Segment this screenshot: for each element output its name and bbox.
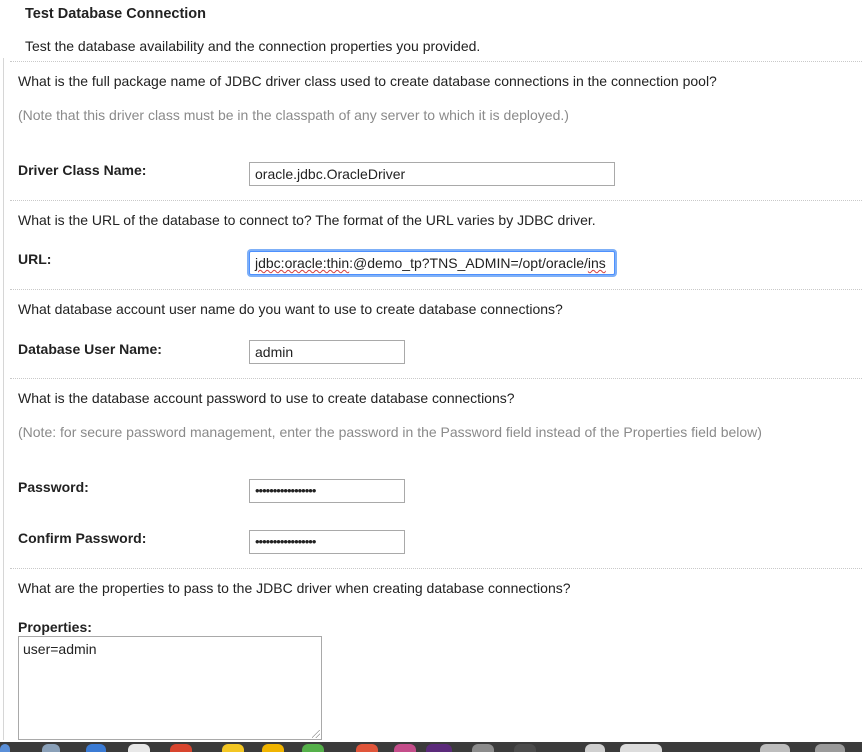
url-question: What is the URL of the database to conne… [18,212,596,228]
dock-app-icon[interactable] [86,744,106,752]
resize-handle-icon[interactable] [312,730,320,738]
dock-app-icon[interactable] [760,744,790,752]
password-note: (Note: for secure password management, e… [18,424,762,440]
dock-app-icon[interactable] [472,744,494,752]
properties-question: What are the properties to pass to the J… [18,580,571,596]
driver-question: What is the full package name of JDBC dr… [18,73,717,89]
divider [10,61,862,62]
dock-app-icon[interactable] [585,744,605,752]
page-title: Test Database Connection [25,6,207,22]
user-name-input[interactable]: admin [249,340,405,364]
divider [10,378,862,379]
url-value-rest: :@demo_tp?TNS_ADMIN=/opt/oracle/ [349,255,588,271]
dock-app-icon[interactable] [426,744,452,752]
user-question: What database account user name do you w… [18,301,563,317]
divider [10,568,862,569]
dock-app-icon[interactable] [514,744,536,752]
url-label: URL: [18,251,52,267]
dock-app-icon[interactable] [222,744,244,752]
dock-app-icon[interactable] [170,744,192,752]
driver-class-label: Driver Class Name: [18,162,147,178]
password-input[interactable]: ••••••••••••••••• [249,479,405,503]
dock-app-icon[interactable] [128,744,150,752]
dock-app-icon[interactable] [620,744,662,752]
dock-app-icon[interactable] [0,744,10,752]
url-input[interactable]: jdbc:oracle:thin:@demo_tp?TNS_ADMIN=/opt… [249,251,615,275]
url-value-tail: ins [587,255,606,271]
dock-trash-icon[interactable] [815,744,845,752]
divider [10,200,862,201]
password-question: What is the database account password to… [18,390,515,406]
dock-app-icon[interactable] [394,744,416,752]
divider [10,289,862,290]
password-label: Password: [18,479,89,495]
dock-app-icon[interactable] [302,744,324,752]
properties-textarea[interactable]: user=admin [18,636,322,740]
left-border [3,58,4,740]
confirm-password-label: Confirm Password: [18,530,147,546]
dock-app-icon[interactable] [42,744,60,752]
user-name-label: Database User Name: [18,341,162,357]
confirm-password-input[interactable]: ••••••••••••••••• [249,530,405,554]
page-subtitle: Test the database availability and the c… [25,38,481,54]
driver-class-input[interactable]: oracle.jdbc.OracleDriver [249,162,615,186]
os-dock [0,742,862,752]
properties-label: Properties: [18,619,92,635]
dock-app-icon[interactable] [356,744,378,752]
url-value-spellcheck: jdbc:oracle:thin [255,255,350,271]
driver-note: (Note that this driver class must be in … [18,107,569,123]
dock-app-icon[interactable] [262,744,284,752]
properties-value: user=admin [23,641,97,657]
